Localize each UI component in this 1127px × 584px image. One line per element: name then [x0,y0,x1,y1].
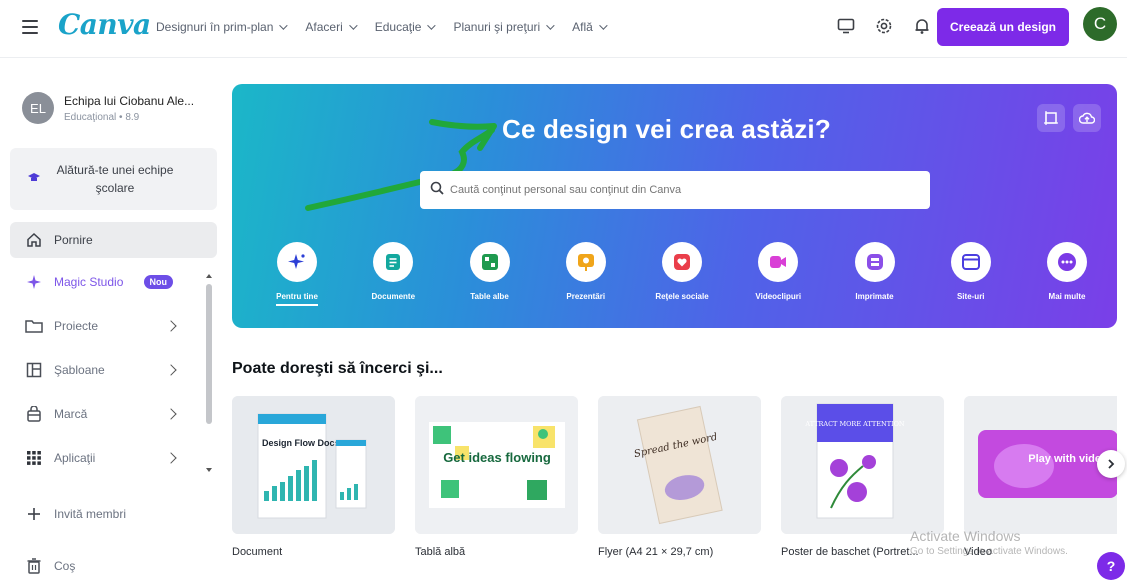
video-thumbnail: Play with video [964,396,1117,534]
apps-grid-icon [24,451,44,465]
chevron-right-icon [1108,459,1115,469]
sidebar-scrollbar[interactable] [205,272,213,482]
custom-size-icon[interactable] [1037,104,1065,132]
search-icon [430,181,444,200]
heart-icon [662,242,702,282]
sidebar-item-invite-members[interactable]: Invită membri [10,496,217,532]
category-documents[interactable]: Documente [358,242,428,306]
category-presentations[interactable]: Prezentări [551,242,621,306]
windows-activation-watermark: Activate Windows Go to Settings to activ… [910,528,1068,557]
team-subtitle: Educaţional • 8.9 [64,111,140,123]
sidebar-item-home[interactable]: Pornire [10,222,217,258]
website-icon [950,242,991,282]
chevron-down-icon [279,21,289,30]
poster-thumbnail: ATTRACT MORE ATTENTION [781,396,944,534]
sidebar: EL Echipa lui Ciobanu Ale... Educaţional… [0,82,220,584]
poster-thumb-text: ATTRACT MORE ATTENTION [804,420,905,428]
category-websites[interactable]: Site-uri [936,242,1006,306]
trash-icon [24,558,44,574]
new-badge: Nou [143,275,173,289]
design-categories: Pentru tine Documente Table albe Prezent… [262,242,1102,306]
card-flyer[interactable]: Spread the word Flyer (A4 21 × 29,7 cm) [598,396,761,558]
card-document[interactable]: Design Flow Docs Document [232,396,395,558]
chevron-right-icon [165,408,177,420]
sidebar-item-templates[interactable]: Şabloane [10,352,217,388]
flyer-thumbnail: Spread the word [598,396,761,534]
notifications-bell-icon[interactable] [912,16,932,36]
chevron-down-icon [599,21,608,30]
category-social-media[interactable]: Reţele sociale [647,242,717,306]
card-document-label: Document [232,546,283,558]
card-whiteboard-label: Tablă albă [415,546,466,558]
scrollbar-thumb[interactable] [206,284,212,424]
whiteboard-icon [469,242,510,282]
folder-icon [24,319,44,333]
settings-gear-icon[interactable] [874,16,894,36]
brand-icon [24,406,44,422]
top-bar: Canva Designuri în prim-plan Afaceri Edu… [0,0,1127,58]
category-videos[interactable]: Videoclipuri [743,242,813,306]
sidebar-item-magic-studio[interactable]: Magic Studio Nou [10,264,217,300]
sidebar-item-trash[interactable]: Coş [10,548,217,584]
hero-search-input[interactable] [450,184,920,196]
hero-banner: Ce design vei crea astăzi? Pentru tine D… [232,84,1117,328]
create-design-button[interactable]: Creează un design [937,8,1069,46]
help-button[interactable]: ? [1097,552,1125,580]
school-cap-icon [28,172,40,186]
sidebar-item-brand[interactable]: Marcă [10,396,217,432]
card-whiteboard[interactable]: Get ideas flowing Tablă albă [415,396,578,558]
sidebar-item-projects[interactable]: Proiecte [10,308,217,344]
chevron-right-icon [165,364,177,376]
nav-education[interactable]: Educaţie [375,20,437,34]
document-icon [373,242,414,282]
nav-learn[interactable]: Află [572,20,608,34]
team-switcher[interactable]: EL Echipa lui Ciobanu Ale... Educaţional… [22,92,194,124]
user-avatar[interactable]: C [1083,7,1117,41]
doc-thumb-title: Design Flow Docs [262,438,340,448]
whiteboard-thumb-text: Get ideas flowing [443,450,551,465]
print-icon [854,242,895,282]
scroll-up-arrow[interactable] [206,274,212,278]
main-nav: Designuri în prim-plan Afaceri Educaţie … [156,20,608,34]
hero-search-bar[interactable] [420,171,930,209]
nav-plans-pricing[interactable]: Planuri şi preţuri [453,20,555,34]
nav-featured-designs[interactable]: Designuri în prim-plan [156,20,289,34]
sidebar-item-apps[interactable]: Aplicaţii [10,440,217,476]
upload-cloud-icon[interactable] [1073,104,1101,132]
menu-icon[interactable] [22,20,38,34]
join-team-label: Alătură-te unei echipe şcolare [56,163,174,195]
presentation-icon [565,242,606,282]
nav-business[interactable]: Afaceri [305,20,358,34]
card-flyer-label: Flyer (A4 21 × 29,7 cm) [598,546,714,558]
sparkle-icon [24,274,44,290]
team-info: Echipa lui Ciobanu Ale... Educaţional • … [64,94,194,123]
chevron-right-icon [165,320,177,332]
team-avatar: EL [22,92,54,124]
chevron-right-icon [165,452,177,464]
chevron-down-icon [348,21,358,30]
whiteboard-thumbnail: Get ideas flowing [415,396,578,534]
scroll-down-arrow[interactable] [206,468,212,472]
document-thumbnail: Design Flow Docs [232,396,395,534]
plus-icon [24,507,44,521]
desktop-app-icon[interactable] [836,16,856,36]
top-icons [836,16,932,36]
home-icon [24,232,44,248]
chevron-down-icon [546,21,555,30]
join-school-team-button[interactable]: Alătură-te unei echipe şcolare [10,148,217,210]
hero-title: Ce design vei crea astăzi? [502,114,831,144]
template-icon [24,362,44,378]
category-whiteboards[interactable]: Table albe [455,242,525,306]
suggestions-title: Poate doreşti să încerci şi... [232,360,443,377]
chevron-down-icon [427,21,437,30]
more-dots-icon [1047,242,1087,282]
category-more[interactable]: Mai multe [1032,242,1102,306]
sparkle-icon [277,242,317,282]
category-for-you[interactable]: Pentru tine [262,242,332,306]
category-prints[interactable]: Imprimate [840,242,910,306]
video-icon [758,242,799,282]
carousel-next-button[interactable] [1097,450,1125,478]
canva-logo[interactable]: Canva [58,8,151,41]
team-name: Echipa lui Ciobanu Ale... [64,93,195,108]
